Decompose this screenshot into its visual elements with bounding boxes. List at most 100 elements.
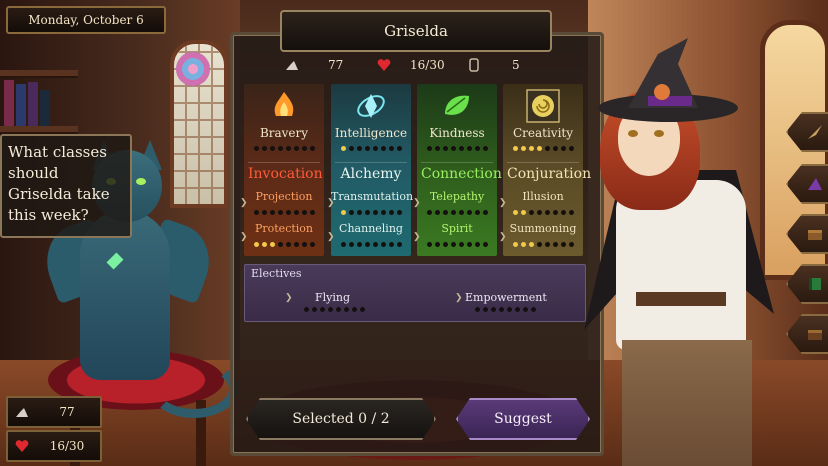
school-connection: Connection — [421, 162, 502, 185]
pip-empty — [372, 210, 378, 215]
pip-empty — [442, 146, 448, 151]
pip-empty — [568, 242, 574, 247]
date-banner: Monday, October 6 — [6, 6, 166, 34]
pip-empty — [380, 146, 386, 151]
pip-empty — [426, 146, 432, 151]
class-spirit[interactable]: Spirit — [417, 222, 497, 235]
pip-empty — [277, 146, 283, 151]
pip-empty — [450, 242, 456, 247]
pip-empty — [309, 242, 315, 247]
pip-filled — [269, 242, 275, 247]
elective-empowerment[interactable]: Empowerment — [465, 291, 547, 304]
pip-empty — [442, 242, 448, 247]
pip-empty — [303, 307, 309, 312]
stat-pips-intelligence — [339, 146, 403, 152]
pip-filled — [512, 146, 518, 151]
class-pips-channeling — [339, 242, 403, 248]
pip-empty — [372, 242, 378, 247]
pip-empty — [528, 210, 534, 215]
magic-hat-icon — [286, 61, 298, 70]
class-pips-protection — [252, 242, 316, 248]
pip-empty — [498, 307, 504, 312]
pip-empty — [380, 242, 386, 247]
pip-empty — [311, 307, 317, 312]
pip-empty — [343, 307, 349, 312]
pip-empty — [544, 210, 550, 215]
class-pips-projection — [252, 210, 316, 216]
pip-empty — [356, 210, 362, 215]
scroll-resource: 5 — [466, 52, 546, 78]
elective-flying[interactable]: Flying — [315, 291, 350, 304]
pip-empty — [348, 146, 354, 151]
pip-empty — [348, 210, 354, 215]
stat-name-bravery: Bravery — [259, 126, 309, 140]
pip-empty — [348, 242, 354, 247]
pip-empty — [426, 242, 432, 247]
class-pips-summoning — [511, 242, 575, 248]
class-pips-transmutation — [339, 210, 403, 216]
pip-filled — [261, 242, 267, 247]
pip-empty — [544, 146, 550, 151]
selected-count-button: Selected 0 / 2 — [246, 398, 436, 440]
pip-empty — [285, 146, 291, 151]
pip-filled — [512, 242, 518, 247]
pip-empty — [482, 210, 488, 215]
pip-empty — [530, 307, 536, 312]
pip-empty — [482, 242, 488, 247]
chevron-right-icon: ❯ — [285, 293, 293, 303]
pip-empty — [458, 146, 464, 151]
resource-bar: 77 16/30 5 — [276, 52, 548, 78]
class-transmutation[interactable]: Transmutation — [331, 190, 413, 203]
pip-empty — [466, 210, 472, 215]
pip-empty — [356, 242, 362, 247]
class-telepathy[interactable]: Telepathy — [417, 190, 497, 203]
pip-empty — [560, 146, 566, 151]
class-protection[interactable]: Protection — [244, 222, 324, 235]
bookshelf — [0, 126, 78, 134]
chevron-right-icon: ❯ — [327, 232, 335, 242]
stat-name-creativity: Creativity — [512, 126, 574, 140]
pip-filled — [536, 146, 542, 151]
pip-empty — [568, 210, 574, 215]
feather-icon — [808, 125, 822, 139]
book-icon — [809, 278, 821, 290]
book — [4, 80, 14, 126]
pip-empty — [450, 210, 456, 215]
pip-empty — [552, 146, 558, 151]
pip-filled — [340, 146, 346, 151]
pip-empty — [359, 307, 365, 312]
pip-filled — [528, 146, 534, 151]
class-projection[interactable]: Projection — [244, 190, 324, 203]
pip-empty — [356, 146, 362, 151]
pip-empty — [466, 242, 472, 247]
pip-filled — [512, 210, 518, 215]
pip-empty — [309, 210, 315, 215]
pip-empty — [253, 146, 259, 151]
class-pips-spirit — [425, 242, 489, 248]
stat-pips-creativity — [511, 146, 575, 152]
stat-pips-bravery — [252, 146, 316, 152]
pip-empty — [544, 242, 550, 247]
pip-empty — [335, 307, 341, 312]
pip-empty — [388, 210, 394, 215]
pip-filled — [253, 242, 259, 247]
suggest-button[interactable]: Suggest — [456, 398, 590, 440]
pip-empty — [327, 307, 333, 312]
column-bravery: Bravery Invocation Projection Protection — [244, 84, 324, 256]
class-channeling[interactable]: Channeling — [331, 222, 411, 235]
pip-empty — [277, 242, 283, 247]
health-resource-value: 16/30 — [410, 58, 445, 72]
chevron-right-icon: ❯ — [413, 232, 421, 242]
class-summoning[interactable]: Summoning — [503, 222, 583, 235]
stat-name-kindness: Kindness — [429, 126, 485, 140]
pip-empty — [301, 242, 307, 247]
class-illusion[interactable]: Illusion — [503, 190, 583, 203]
pip-empty — [434, 146, 440, 151]
crystal-icon — [357, 94, 385, 118]
health-value: 16/30 — [49, 439, 85, 453]
dialogue-box: What classes should Griselda take this w… — [0, 134, 132, 238]
pip-empty — [434, 242, 440, 247]
pip-filled — [520, 146, 526, 151]
pip-empty — [458, 210, 464, 215]
pip-empty — [442, 210, 448, 215]
